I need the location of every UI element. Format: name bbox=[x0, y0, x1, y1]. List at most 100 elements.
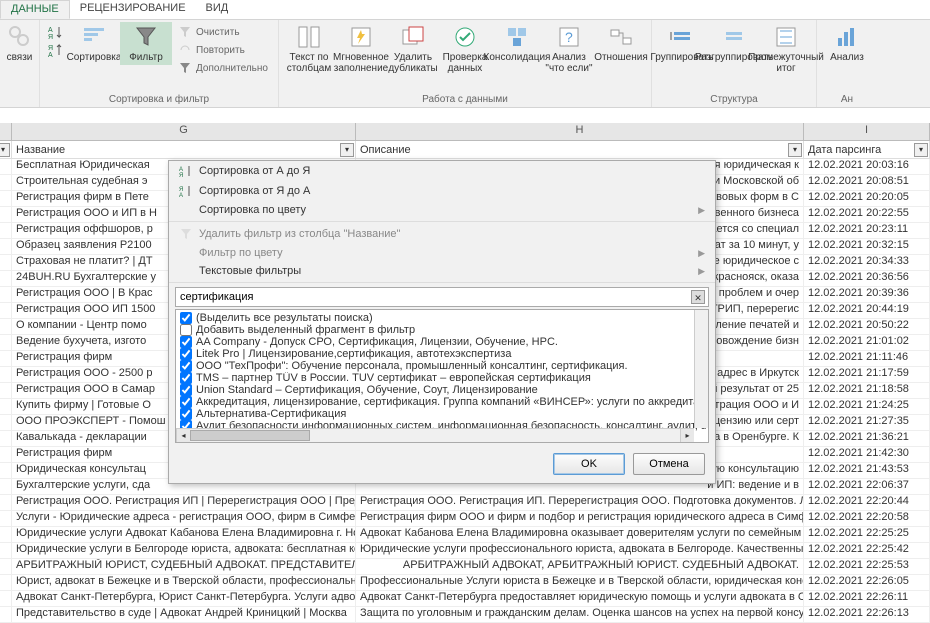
desc-filter-dropdown[interactable] bbox=[788, 143, 802, 157]
filter-checkbox[interactable] bbox=[180, 348, 192, 360]
filter-checkbox[interactable] bbox=[180, 372, 192, 384]
table-row[interactable]: Юридические услуги Адвокат Кабанова Елен… bbox=[0, 527, 930, 543]
table-row[interactable]: Представительство в суде | Адвокат Андре… bbox=[0, 607, 930, 623]
ok-button[interactable]: OK bbox=[553, 453, 625, 475]
filter-checkbox[interactable] bbox=[180, 384, 192, 396]
clear-icon bbox=[178, 25, 192, 39]
flash-fill-button[interactable]: Мгновенное заполнение bbox=[335, 22, 387, 76]
col-g[interactable]: G bbox=[12, 123, 356, 140]
clear-search-button[interactable]: ✕ bbox=[691, 290, 705, 304]
svg-text:А: А bbox=[48, 52, 53, 58]
ungroup-icon bbox=[721, 24, 747, 50]
filter-checkbox[interactable] bbox=[180, 336, 192, 348]
ribbon: связи АЯ ЯА Сортировка Фильтр Очистить П… bbox=[0, 20, 930, 108]
header-desc[interactable]: Описание bbox=[356, 141, 804, 158]
reapply-button[interactable]: Повторить bbox=[176, 42, 270, 58]
date-filter-dropdown[interactable] bbox=[914, 143, 928, 157]
filter-value-item[interactable]: TMS – партнер TÜV в России. TUV сертифик… bbox=[178, 372, 706, 384]
subtotal-icon bbox=[773, 24, 799, 50]
filter-checkbox[interactable] bbox=[180, 360, 192, 372]
vertical-scrollbar[interactable] bbox=[694, 310, 708, 428]
filter-checkbox[interactable] bbox=[180, 312, 192, 324]
filter-value-item[interactable]: (Выделить все результаты поиска) bbox=[178, 312, 706, 324]
scroll-right-arrow[interactable]: ▸ bbox=[680, 429, 694, 442]
funnel-icon bbox=[133, 24, 159, 50]
consolidate-button[interactable]: Консолидация bbox=[491, 22, 543, 65]
table-row[interactable]: АРБИТРАЖНЫЙ ЮРИСТ, СУДЕБНЫЙ АДВОКАТ. ПРЕ… bbox=[0, 559, 930, 575]
tab-review[interactable]: РЕЦЕНЗИРОВАНИЕ bbox=[70, 0, 196, 19]
filter-values-list[interactable]: (Выделить все результаты поиска)Добавить… bbox=[175, 309, 709, 443]
filter-value-item[interactable]: Аккредитация, лицензирование, сертификац… bbox=[178, 396, 706, 408]
consolidate-icon bbox=[504, 24, 530, 50]
tab-view[interactable]: ВИД bbox=[196, 0, 239, 19]
group-icon bbox=[669, 24, 695, 50]
sort-za-item[interactable]: ЯАСортировка от Я до А bbox=[169, 181, 715, 201]
remove-duplicates-button[interactable]: Удалить дубликаты bbox=[387, 22, 439, 76]
table-row[interactable]: Регистрация ООО. Регистрация ИП | Перере… bbox=[0, 495, 930, 511]
filter-checkbox[interactable] bbox=[180, 408, 192, 420]
ribbon-tabs: ДАННЫЕ РЕЦЕНЗИРОВАНИЕ ВИД bbox=[0, 0, 930, 20]
reapply-icon bbox=[178, 43, 192, 57]
sort-az-icon: АЯ bbox=[179, 164, 193, 178]
col-i[interactable]: I bbox=[804, 123, 930, 140]
cancel-button[interactable]: Отмена bbox=[633, 453, 705, 475]
filter-checkbox[interactable] bbox=[180, 396, 192, 408]
clear-funnel-icon bbox=[179, 227, 193, 241]
dup-icon bbox=[400, 24, 426, 50]
table-row[interactable]: Услуги - Юридические адреса - регистраци… bbox=[0, 511, 930, 527]
relations-button[interactable]: Отношения bbox=[595, 22, 647, 65]
filter-value-item[interactable]: AA Company - Допуск СРО, Сертификация, Л… bbox=[178, 336, 706, 348]
sort-button[interactable]: Сортировка bbox=[68, 22, 120, 65]
filter-checkbox[interactable] bbox=[180, 324, 192, 336]
horizontal-scrollbar[interactable]: ◂ ▸ bbox=[176, 428, 694, 442]
filter-value-item[interactable]: Добавить выделенный фрагмент в фильтр bbox=[178, 324, 706, 336]
column-letters: G H I bbox=[0, 123, 930, 141]
svg-text:А: А bbox=[48, 27, 53, 34]
col-h[interactable]: H bbox=[356, 123, 804, 140]
filter-search-input[interactable] bbox=[175, 287, 709, 307]
subtotal-button[interactable]: Промежуточный итог bbox=[760, 22, 812, 76]
filter-value-item[interactable]: Альтернатива-Сертификация bbox=[178, 408, 706, 420]
advanced-icon bbox=[178, 61, 192, 75]
refresh-links-button[interactable]: связи bbox=[4, 22, 35, 65]
chevron-right-icon: ▶ bbox=[698, 205, 705, 216]
table-row[interactable]: Адвокат Санкт-Петербурга, Юрист Санкт-Пе… bbox=[0, 591, 930, 607]
whatif-button[interactable]: ?Анализ "что если" bbox=[543, 22, 595, 76]
filter-color-item: Фильтр по цвету▶ bbox=[169, 244, 715, 262]
text-to-columns-button[interactable]: Текст по столбцам bbox=[283, 22, 335, 76]
row-filter-dropdown[interactable] bbox=[0, 143, 10, 157]
filter-button[interactable]: Фильтр bbox=[120, 22, 172, 65]
analysis-button[interactable]: Анализ bbox=[821, 22, 873, 65]
scroll-thumb[interactable] bbox=[190, 430, 310, 441]
svg-text:А: А bbox=[179, 193, 183, 198]
sort-za-icon[interactable]: ЯА bbox=[48, 42, 64, 58]
whatif-icon: ? bbox=[556, 24, 582, 50]
sort-icon bbox=[81, 24, 107, 50]
data-validation-button[interactable]: Проверка данных bbox=[439, 22, 491, 76]
sort-az-item[interactable]: АЯСортировка от А до Я bbox=[169, 161, 715, 181]
clear-filter-item: Удалить фильтр из столбца "Название" bbox=[169, 224, 715, 244]
table-row[interactable]: Юридические услуги в Белгороде юриста, а… bbox=[0, 543, 930, 559]
filter-value-item[interactable]: Litek Pro | Лицензирование,сертификация,… bbox=[178, 348, 706, 360]
text-filters-item[interactable]: Текстовые фильтры▶ bbox=[169, 262, 715, 280]
clear-filter-button[interactable]: Очистить bbox=[176, 24, 270, 40]
header-date[interactable]: Дата парсинга bbox=[804, 141, 930, 158]
filter-value-item[interactable]: Union Standard – Сертификация, Обучение,… bbox=[178, 384, 706, 396]
sort-az-icon[interactable]: АЯ bbox=[48, 24, 64, 40]
chevron-right-icon: ▶ bbox=[698, 248, 705, 259]
header-name[interactable]: Название bbox=[12, 141, 356, 158]
relations-icon bbox=[608, 24, 634, 50]
autofilter-popup: АЯСортировка от А до Я ЯАСортировка от Я… bbox=[168, 160, 716, 484]
sort-za-icon: ЯА bbox=[179, 184, 193, 198]
sort-color-item[interactable]: Сортировка по цвету▶ bbox=[169, 201, 715, 219]
filter-value-item[interactable]: ООО "ТехПрофи": Обучение персонала, пром… bbox=[178, 360, 706, 372]
scroll-left-arrow[interactable]: ◂ bbox=[176, 429, 190, 442]
chevron-right-icon: ▶ bbox=[698, 266, 705, 277]
table-row[interactable]: Юрист, адвокат в Бежецке и в Тверской об… bbox=[0, 575, 930, 591]
svg-text:Я: Я bbox=[179, 173, 183, 178]
name-filter-dropdown[interactable] bbox=[340, 143, 354, 157]
validation-icon bbox=[452, 24, 478, 50]
tab-data[interactable]: ДАННЫЕ bbox=[0, 0, 70, 19]
advanced-filter-button[interactable]: Дополнительно bbox=[176, 60, 270, 76]
svg-text:Я: Я bbox=[48, 34, 53, 40]
